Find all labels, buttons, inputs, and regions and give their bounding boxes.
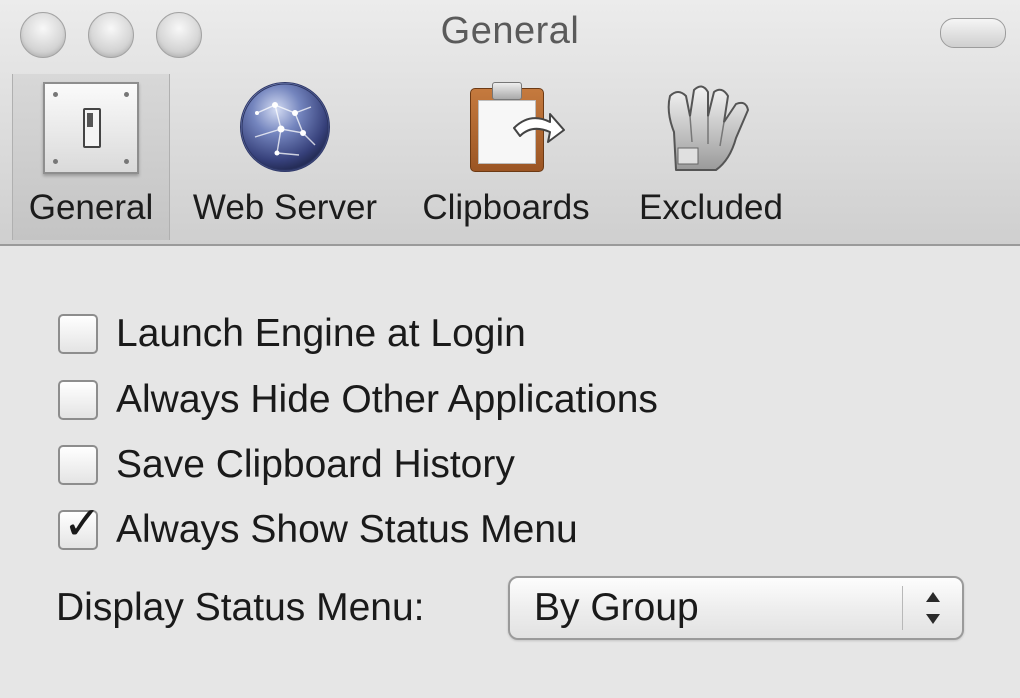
tab-clipboards-label: Clipboards	[422, 188, 590, 227]
tab-excluded[interactable]: Excluded	[622, 74, 800, 240]
up-down-arrows-icon	[926, 592, 940, 624]
window-title: General	[440, 10, 580, 52]
tab-general-label: General	[28, 188, 154, 227]
hide-other-apps-label[interactable]: Always Hide Other Applications	[116, 376, 658, 424]
save-clipboard-history-checkbox[interactable]	[58, 445, 98, 485]
display-status-menu-popup[interactable]: By Group	[508, 576, 964, 640]
tab-general[interactable]: General	[12, 74, 170, 240]
preferences-window: General General Web Server Clipboards Ex…	[0, 0, 1020, 698]
toolbar: General General Web Server Clipboards Ex…	[0, 0, 1020, 246]
light-switch-icon	[43, 82, 139, 174]
save-clipboard-history-label[interactable]: Save Clipboard History	[116, 441, 515, 489]
general-pane: Launch Engine at Login Always Hide Other…	[0, 246, 1020, 698]
popup-divider	[902, 586, 903, 630]
show-status-menu-label[interactable]: Always Show Status Menu	[116, 506, 578, 554]
tab-clipboards[interactable]: Clipboards	[402, 74, 610, 240]
tab-excluded-label: Excluded	[639, 188, 783, 227]
popup-selected-value: By Group	[534, 586, 699, 629]
show-status-menu-checkbox[interactable]: ✓	[58, 500, 102, 550]
tab-web-server-label: Web Server	[192, 188, 378, 227]
checkmark-icon: ✓	[63, 497, 102, 549]
globe-icon	[240, 82, 330, 177]
hide-other-apps-checkbox[interactable]	[58, 380, 98, 420]
toolbar-toggle-button[interactable]	[940, 18, 1006, 48]
display-status-menu-label: Display Status Menu:	[56, 586, 425, 629]
clipboard-icon	[470, 82, 565, 172]
launch-engine-label[interactable]: Launch Engine at Login	[116, 310, 526, 358]
glove-icon	[656, 82, 766, 179]
launch-engine-checkbox[interactable]	[58, 314, 98, 354]
tab-web-server[interactable]: Web Server	[180, 74, 390, 240]
